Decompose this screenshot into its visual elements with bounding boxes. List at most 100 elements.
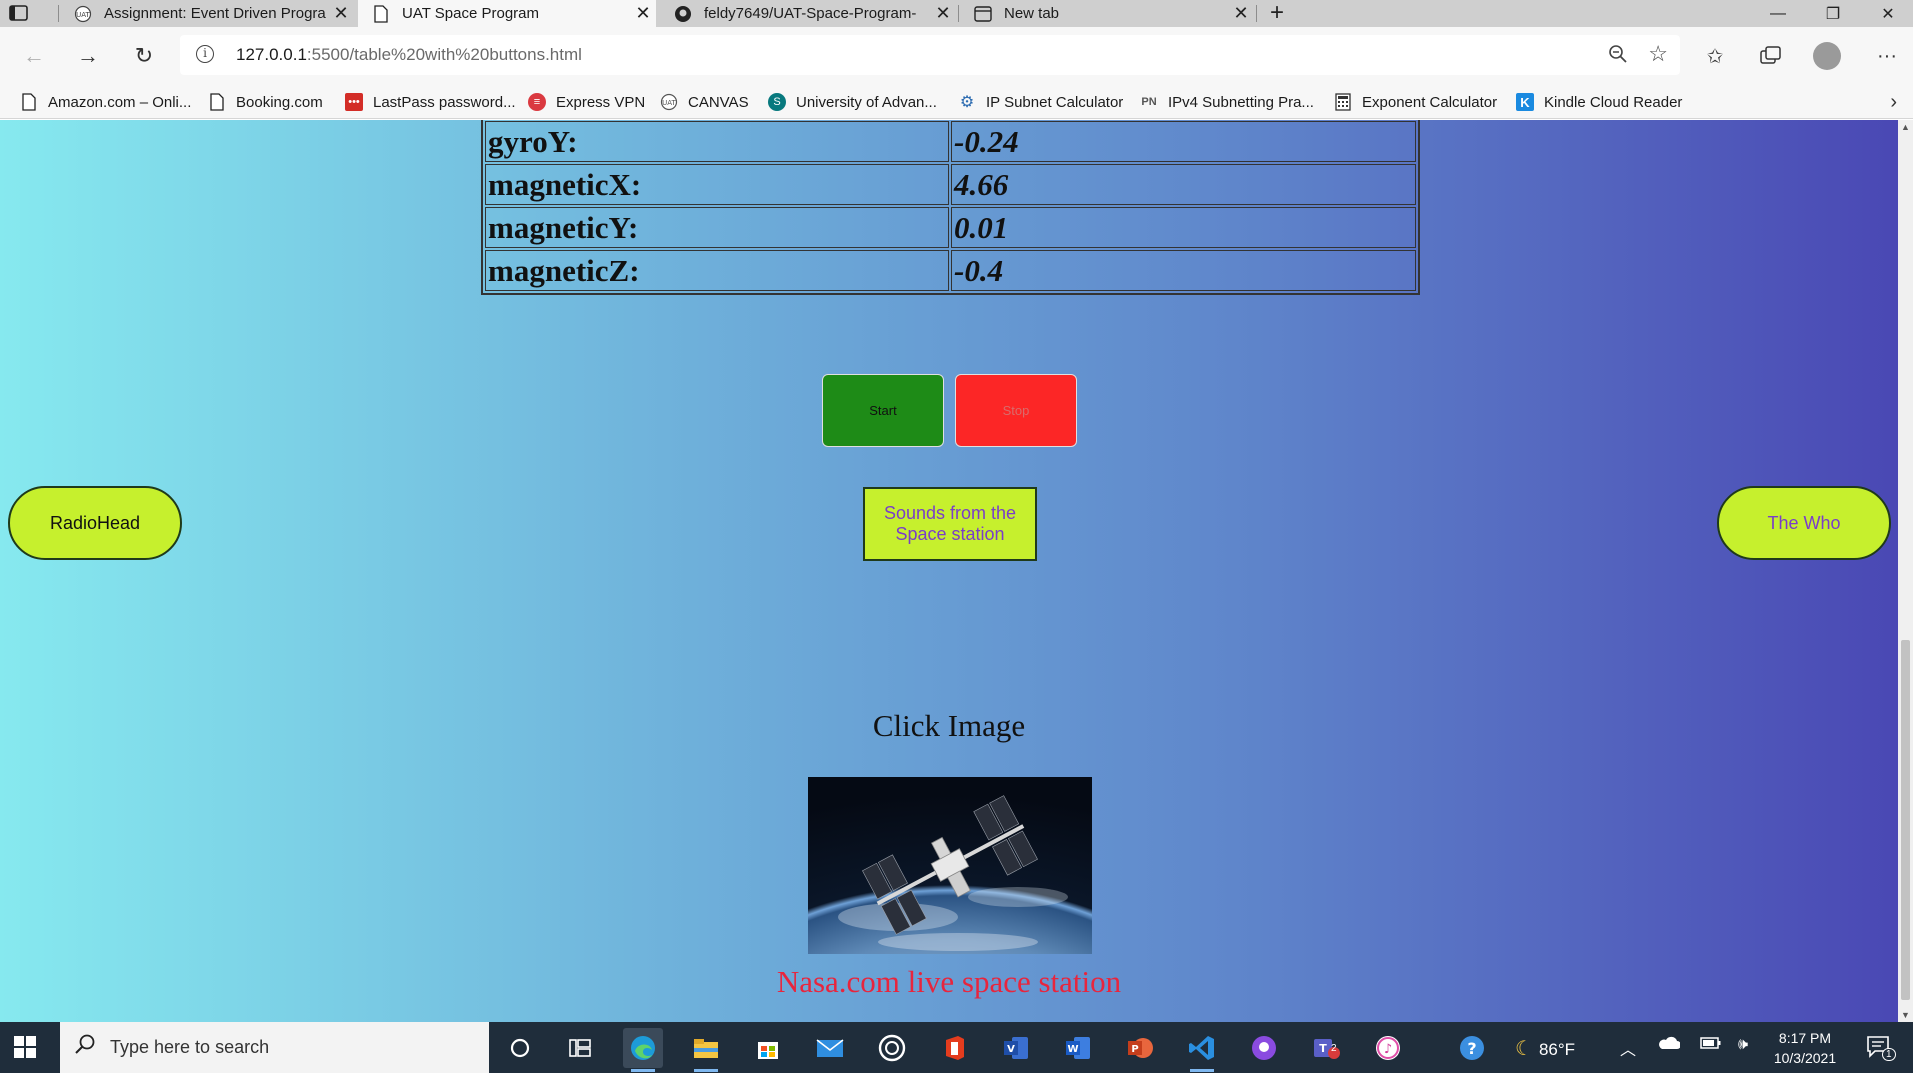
address-bar[interactable]: i 127.0.0.1:5500/table%20with%20buttons.…: [180, 35, 1680, 75]
radiohead-button[interactable]: RadioHead: [8, 486, 182, 560]
click-image-heading: Click Image: [872, 708, 1026, 743]
collections-icon[interactable]: [1755, 41, 1787, 71]
tab-new-tab[interactable]: New tab ✕: [960, 0, 1254, 27]
tab-actions-icon[interactable]: [8, 3, 30, 23]
zoom-icon[interactable]: [1608, 44, 1628, 69]
scroll-down-icon[interactable]: ▼: [1901, 1010, 1910, 1020]
svg-text:T: T: [1319, 1042, 1327, 1055]
bookmark-amazon[interactable]: Amazon.com – Onli...: [20, 92, 191, 112]
search-placeholder: Type here to search: [110, 1037, 270, 1057]
bookmark-booking[interactable]: Booking.com: [208, 92, 323, 112]
canvas-icon: UAT: [74, 5, 92, 23]
close-icon[interactable]: ✕: [930, 3, 956, 24]
close-icon[interactable]: ✕: [1228, 3, 1254, 24]
github-icon: [674, 5, 692, 23]
mail-icon[interactable]: [810, 1028, 850, 1068]
vscode-icon[interactable]: [1182, 1028, 1222, 1072]
cortana-icon[interactable]: [500, 1028, 540, 1068]
close-window-icon[interactable]: ✕: [1860, 0, 1913, 27]
volume-icon[interactable]: 🕪: [1738, 1036, 1748, 1054]
bookmark-ip-subnet[interactable]: ⚙ IP Subnet Calculator: [958, 92, 1123, 112]
table-row: gyroY: -0.24: [485, 121, 1416, 162]
task-view-icon[interactable]: [560, 1028, 600, 1068]
file-explorer-icon[interactable]: [686, 1028, 726, 1072]
the-who-button[interactable]: The Who: [1717, 486, 1891, 560]
sharepoint-icon: S: [768, 93, 786, 111]
edge-icon[interactable]: [623, 1028, 663, 1072]
taskbar-search[interactable]: Type here to search: [60, 1022, 489, 1073]
github-desktop-icon[interactable]: [1244, 1028, 1284, 1068]
chevron-right-icon[interactable]: ›: [1890, 91, 1897, 114]
search-icon: [74, 1033, 96, 1061]
space-station-image[interactable]: [808, 777, 1092, 954]
wordpress-icon[interactable]: [872, 1028, 912, 1068]
bookmark-lastpass[interactable]: ••• LastPass password...: [345, 92, 516, 112]
tab-uat-space-program[interactable]: UAT Space Program ✕: [358, 0, 656, 27]
navigation-bar: ← → ↻ i 127.0.0.1:5500/table%20with%20bu…: [0, 27, 1913, 85]
teams-icon[interactable]: T2: [1306, 1028, 1346, 1068]
restore-icon[interactable]: ❐: [1805, 0, 1861, 27]
nasa-live-space-station-link[interactable]: Nasa.com live space station: [0, 964, 1898, 1000]
svg-text:UAT: UAT: [76, 11, 90, 19]
notification-center-icon[interactable]: 1: [1866, 1034, 1896, 1061]
bookmark-canvas[interactable]: UAT CANVAS: [660, 92, 749, 112]
back-arrow-icon[interactable]: ←: [18, 41, 50, 71]
sensor-name-cell: magneticZ:: [485, 250, 949, 291]
vertical-scrollbar[interactable]: ▲ ▼: [1898, 120, 1913, 1022]
bookmark-label: IPv4 Subnetting Pra...: [1168, 93, 1314, 111]
bookmark-expressvpn[interactable]: ≡ Express VPN: [528, 92, 645, 112]
start-button[interactable]: Start: [822, 374, 944, 447]
close-icon[interactable]: ✕: [328, 3, 354, 24]
chevron-up-icon[interactable]: ︿: [1620, 1036, 1636, 1060]
moon-icon: ☾: [1515, 1038, 1533, 1060]
forward-arrow-icon[interactable]: →: [72, 41, 104, 71]
word-icon[interactable]: W: [1058, 1028, 1098, 1068]
refresh-icon[interactable]: ↻: [128, 41, 160, 71]
office-icon[interactable]: [934, 1028, 974, 1068]
url-text[interactable]: 127.0.0.1:5500/table%20with%20buttons.ht…: [236, 45, 582, 65]
svg-text:V: V: [1007, 1044, 1015, 1055]
favorites-icon[interactable]: ✩: [1699, 41, 1731, 71]
clock-time: 8:17 PM: [1778, 1030, 1832, 1046]
powerpoint-icon[interactable]: P: [1120, 1028, 1160, 1068]
system-clock[interactable]: 8:17 PM 10/3/2021: [1770, 1028, 1840, 1068]
add-favorite-icon[interactable]: ☆: [1648, 41, 1668, 67]
sensor-value-cell: -0.24: [951, 121, 1416, 162]
scroll-up-icon[interactable]: ▲: [1901, 122, 1910, 132]
sensor-value-cell: 0.01: [951, 207, 1416, 248]
sensor-value-cell: -0.4: [951, 250, 1416, 291]
tab-title: feldy7649/UAT-Space-Program-: [704, 5, 917, 22]
help-icon[interactable]: ?: [1452, 1028, 1492, 1068]
itunes-icon[interactable]: ♪: [1368, 1028, 1408, 1068]
settings-more-icon[interactable]: ···: [1871, 41, 1903, 71]
new-tab-button[interactable]: +: [1262, 0, 1292, 27]
bookmark-ipv4-subnetting[interactable]: PN IPv4 Subnetting Pra...: [1140, 92, 1314, 112]
bookmark-kindle[interactable]: K Kindle Cloud Reader: [1516, 92, 1682, 112]
url-host: 127.0.0.1: [236, 45, 307, 64]
visio-icon[interactable]: V: [996, 1028, 1036, 1068]
minimize-icon[interactable]: —: [1750, 0, 1806, 27]
bookmark-label: Amazon.com – Onli...: [48, 93, 192, 111]
space-station-sounds-button[interactable]: Sounds from the Space station: [863, 487, 1037, 561]
bookmark-label: IP Subnet Calculator: [986, 93, 1124, 111]
battery-icon[interactable]: [1700, 1036, 1722, 1055]
teams-badge: 2: [1331, 1043, 1337, 1054]
onedrive-icon[interactable]: [1658, 1036, 1681, 1055]
bookmark-label: Booking.com: [236, 93, 323, 111]
info-icon[interactable]: i: [196, 45, 214, 63]
bookmark-exponent-calculator[interactable]: Exponent Calculator: [1334, 92, 1497, 112]
tab-separator: [1256, 5, 1257, 22]
close-icon[interactable]: ✕: [630, 3, 656, 24]
bookmark-university[interactable]: S University of Advan...: [768, 92, 937, 112]
tab-github[interactable]: feldy7649/UAT-Space-Program- ✕: [660, 0, 956, 27]
stop-button[interactable]: Stop: [955, 374, 1077, 447]
scrollbar-thumb[interactable]: [1901, 640, 1910, 1000]
weather-widget[interactable]: ☾ 86°F: [1515, 1036, 1575, 1061]
table-row: magneticX: 4.66: [485, 164, 1416, 205]
table-row: magneticY: 0.01: [485, 207, 1416, 248]
windows-start-icon[interactable]: [14, 1036, 36, 1058]
canvas-icon: UAT: [660, 93, 678, 111]
profile-avatar[interactable]: [1813, 42, 1841, 70]
microsoft-store-icon[interactable]: [748, 1028, 788, 1068]
tab-assignment[interactable]: UAT Assignment: Event Driven Progra ✕: [60, 0, 354, 27]
